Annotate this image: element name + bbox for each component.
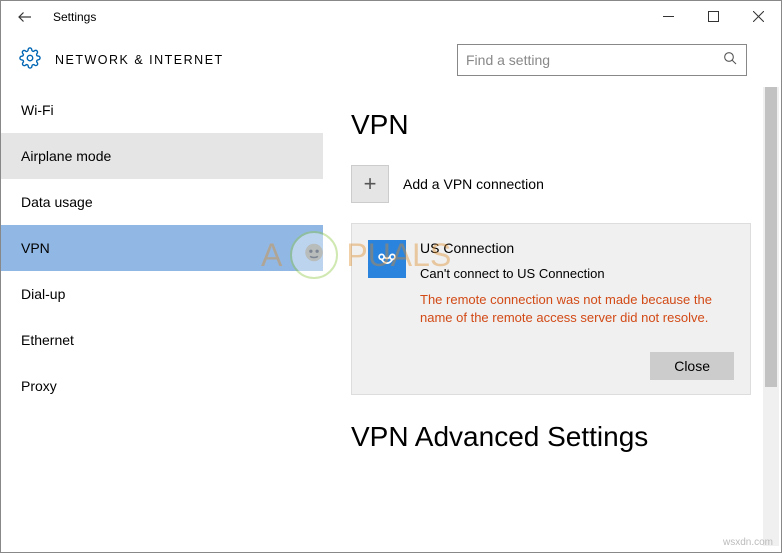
close-icon (753, 11, 764, 22)
sidebar-item-label: Dial-up (21, 286, 65, 302)
sidebar-item-airplane-mode[interactable]: Airplane mode (1, 133, 323, 179)
page-category-title: NETWORK & INTERNET (55, 53, 224, 67)
minimize-button[interactable] (646, 1, 691, 33)
sidebar-item-vpn[interactable]: VPN (1, 225, 323, 271)
close-button[interactable] (736, 1, 781, 33)
sidebar-item-label: Airplane mode (21, 148, 111, 164)
sidebar-item-label: Proxy (21, 378, 57, 394)
vpn-connection-name: US Connection (420, 240, 720, 256)
vpn-connection-status: Can't connect to US Connection (420, 266, 720, 281)
search-icon[interactable] (722, 50, 738, 71)
vpn-connection-error: The remote connection was not made becau… (420, 291, 720, 326)
sidebar-item-label: VPN (21, 240, 50, 256)
sidebar: Wi-Fi Airplane mode Data usage VPN Dial-… (1, 87, 323, 552)
plus-icon: + (351, 165, 389, 203)
arrow-left-icon (16, 8, 34, 26)
sidebar-item-label: Wi-Fi (21, 102, 54, 118)
vpn-connection-card[interactable]: US Connection Can't connect to US Connec… (351, 223, 751, 395)
header: NETWORK & INTERNET (1, 33, 781, 87)
search-box[interactable] (457, 44, 747, 76)
add-vpn-connection[interactable]: + Add a VPN connection (351, 159, 751, 209)
sidebar-item-label: Ethernet (21, 332, 74, 348)
gear-icon (19, 47, 41, 74)
minimize-icon (663, 11, 674, 22)
sidebar-item-wifi[interactable]: Wi-Fi (1, 87, 323, 133)
source-mark: wsxdn.com (723, 537, 773, 548)
window-title: Settings (53, 10, 96, 24)
main-panel: VPN + Add a VPN connection US Connection… (323, 87, 781, 552)
maximize-button[interactable] (691, 1, 736, 33)
vertical-scrollbar[interactable] (763, 87, 779, 546)
back-button[interactable] (1, 1, 49, 33)
add-vpn-label: Add a VPN connection (403, 176, 544, 192)
page-title: VPN (351, 109, 751, 141)
maximize-icon (708, 11, 719, 22)
title-bar: Settings (1, 1, 781, 33)
vpn-icon (368, 240, 406, 278)
sidebar-item-label: Data usage (21, 194, 93, 210)
advanced-settings-heading: VPN Advanced Settings (351, 421, 751, 453)
sidebar-item-proxy[interactable]: Proxy (1, 363, 323, 409)
close-button[interactable]: Close (650, 352, 734, 380)
sidebar-item-dial-up[interactable]: Dial-up (1, 271, 323, 317)
sidebar-item-data-usage[interactable]: Data usage (1, 179, 323, 225)
search-input[interactable] (466, 52, 716, 68)
sidebar-item-ethernet[interactable]: Ethernet (1, 317, 323, 363)
scrollbar-thumb[interactable] (765, 87, 777, 387)
